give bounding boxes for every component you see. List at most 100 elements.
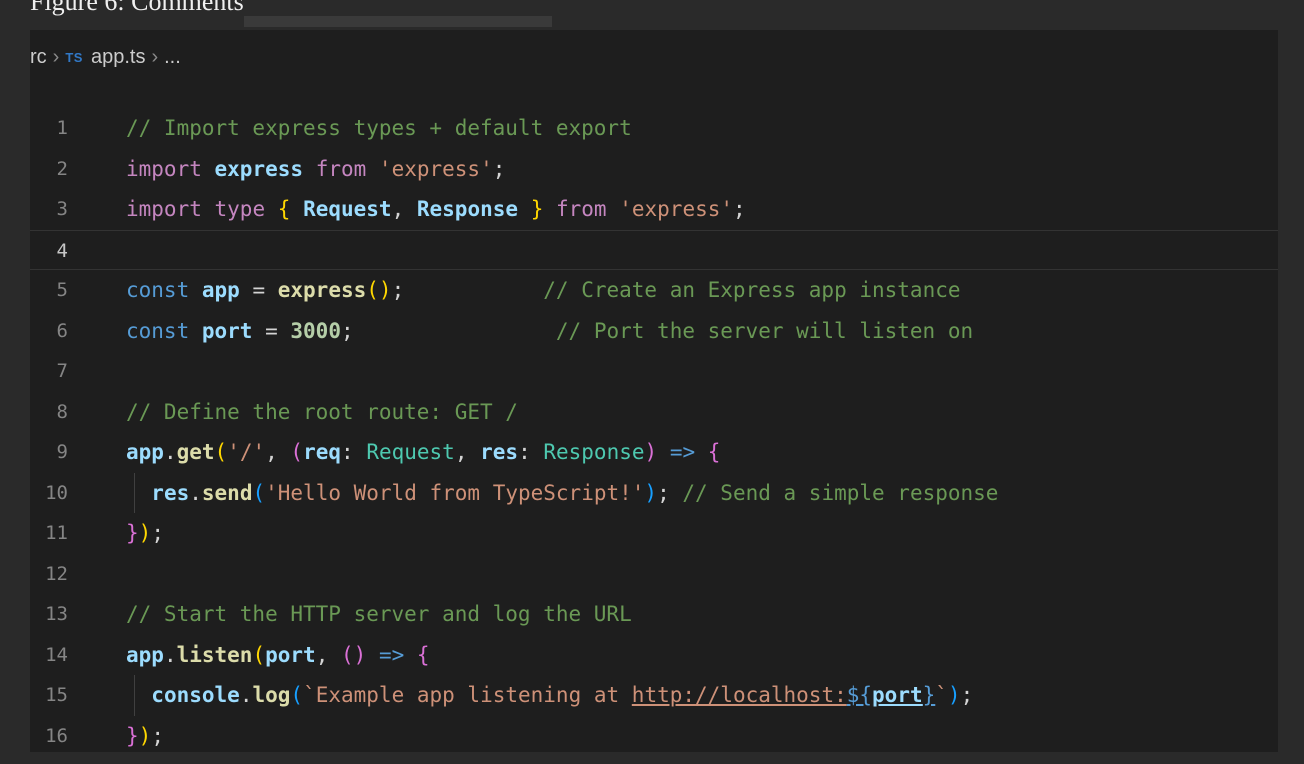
typescript-file-icon: TS: [65, 49, 83, 65]
code-line[interactable]: 4: [30, 229, 1278, 270]
breadcrumb-symbols[interactable]: ...: [164, 46, 181, 69]
code-token: ;: [340, 318, 556, 343]
code-token: // Define the root route: GET /: [126, 399, 518, 424]
code-line[interactable]: 13 // Start the HTTP server and log the U…: [30, 594, 1278, 635]
code-token: // Create an Express app instance: [543, 278, 961, 302]
code-token: 'express': [378, 156, 493, 181]
code-token: res: [480, 440, 519, 464]
line-number: 12: [45, 562, 68, 585]
code-token: ): [644, 440, 658, 464]
code-token: :: [518, 440, 544, 464]
code-token: // Send a simple response: [682, 480, 999, 505]
code-token: http://localhost:: [631, 683, 847, 707]
code-token: }: [922, 683, 936, 707]
code-token: =>: [378, 642, 405, 667]
code-token: app: [126, 642, 164, 667]
line-number: 9: [56, 441, 68, 463]
code-line[interactable]: 15 console.log(`Example app listening at…: [30, 675, 1278, 716]
code-token: ): [644, 480, 658, 505]
line-number: 8: [56, 400, 68, 423]
code-token: {: [416, 642, 430, 667]
code-token: =: [252, 318, 291, 343]
code-line[interactable]: 1 // Import express types + default expor…: [30, 108, 1278, 149]
code-line[interactable]: 14 app.listen(port, () => {: [30, 635, 1278, 676]
line-number: 4: [56, 239, 68, 262]
code-token: listen: [176, 642, 253, 667]
line-number: 10: [45, 481, 68, 504]
line-number: 3: [56, 198, 68, 220]
code-token: ,: [315, 642, 341, 667]
code-text: // Start the HTTP server and log the URL: [126, 594, 632, 635]
code-token: ,: [454, 440, 481, 464]
code-token: ,: [391, 197, 417, 221]
line-number: 6: [56, 319, 68, 342]
code-line[interactable]: 16});: [30, 716, 1278, 753]
code-text: // Define the root route: GET /: [126, 392, 518, 433]
code-token: 3000: [290, 318, 341, 343]
code-token: const: [126, 278, 190, 302]
code-token: // Import express types + default export: [126, 116, 632, 140]
line-number: 16: [45, 724, 68, 747]
code-line[interactable]: 11});: [30, 513, 1278, 554]
line-number: 1: [56, 117, 68, 139]
code-line[interactable]: 10 res.send('Hello World from TypeScript…: [30, 472, 1278, 514]
code-token: // Start the HTTP server and log the URL: [126, 602, 632, 626]
code-token: 'Hello World from TypeScript!': [265, 480, 645, 505]
breadcrumb-folder[interactable]: rc: [30, 46, 47, 69]
code-token: .: [189, 480, 202, 505]
code-token: }: [530, 197, 544, 221]
breadcrumb-file[interactable]: app.ts: [91, 46, 145, 69]
code-token: send: [201, 480, 253, 505]
screenshot-root: Figure 6: Comments rc › TS app.ts › ... …: [0, 0, 1304, 764]
line-number: 2: [56, 157, 68, 180]
code-token: console: [151, 683, 240, 707]
code-token: express: [214, 156, 304, 181]
code-line[interactable]: 8 // Define the root route: GET /: [30, 392, 1278, 433]
code-text: });: [126, 716, 164, 753]
breadcrumb: rc › TS app.ts › ...: [30, 42, 181, 72]
code-token: port: [872, 683, 923, 707]
code-token: ): [138, 521, 152, 545]
code-token: Response: [416, 197, 519, 221]
code-line[interactable]: 7: [30, 351, 1278, 392]
code-token: ;: [657, 480, 683, 505]
code-token: }: [126, 521, 139, 545]
code-token: {: [707, 440, 721, 464]
tab-strip: [244, 16, 552, 27]
code-editor[interactable]: rc › TS app.ts › ... 1 // Import express …: [30, 30, 1278, 752]
code-token: `: [935, 683, 948, 707]
code-line[interactable]: 2 import express from 'express';: [30, 149, 1278, 190]
code-token: res: [151, 480, 190, 505]
code-token: .: [239, 683, 253, 707]
code-token: (: [290, 440, 304, 464]
code-token: =: [239, 278, 278, 302]
code-line[interactable]: 5 const app = express(); // Create an Exp…: [30, 270, 1278, 311]
code-token: app: [126, 440, 164, 464]
code-line[interactable]: 3 import type { Request, Response } from …: [30, 189, 1278, 230]
code-line[interactable]: 9 app.get('/', (req: Request, res: Respon…: [30, 432, 1278, 473]
code-text: app.listen(port, () => {: [126, 635, 430, 676]
code-token: `Example app listening at: [303, 683, 632, 707]
code-token: ,: [265, 440, 291, 464]
code-token: req: [303, 440, 342, 464]
line-number: 11: [45, 522, 68, 544]
code-token: .: [163, 440, 177, 464]
code-token: {: [277, 197, 291, 221]
code-line[interactable]: 6 const port = 3000; // Port the server w…: [30, 311, 1278, 352]
code-text: const app = express(); // Create an Expr…: [126, 270, 961, 311]
code-line[interactable]: 12: [30, 554, 1278, 595]
line-number: 7: [56, 360, 68, 382]
code-area[interactable]: 1 // Import express types + default expor…: [30, 108, 1278, 752]
code-token: :: [341, 440, 367, 464]
code-token: ${: [846, 683, 873, 707]
code-token: ;: [151, 521, 164, 545]
code-text: res.send('Hello World from TypeScript!')…: [126, 473, 998, 514]
